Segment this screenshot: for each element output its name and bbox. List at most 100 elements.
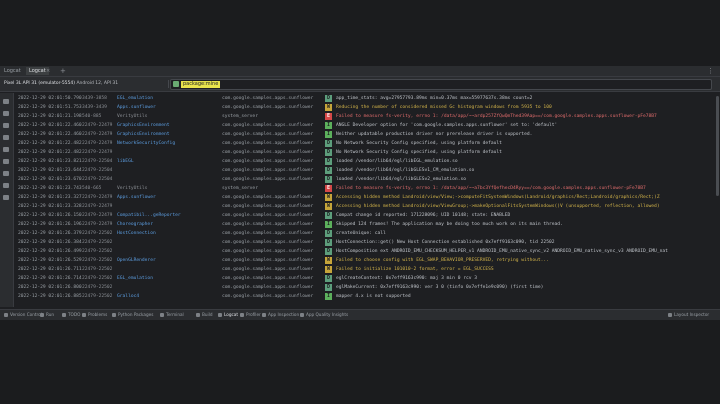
log-message: HostConnection::get() New Host Connectio… xyxy=(336,240,555,245)
bottom-tool-bar: Version Control Run TODO Problems Python Pac… xyxy=(0,309,720,320)
log-package: com.google.samples.apps.sunflower xyxy=(222,132,314,137)
log-level-badge: D xyxy=(325,158,332,165)
log-row[interactable]: 2022-12-29 02:01:22.482 22479-22479 Networ… xyxy=(14,139,720,148)
logcat-window: Logcat Logcat × + ⋮ Pixel 3L API 31 (emu… xyxy=(0,66,720,320)
bottom-tab-label: App Quality Insights xyxy=(306,312,349,317)
log-pid: 22479-22502 xyxy=(82,240,113,245)
log-level-badge: E xyxy=(325,113,332,120)
log-row[interactable]: 2022-12-29 02:01:23.821 22479-22504 libEGL… xyxy=(14,157,720,166)
log-pid: 22479-22502 xyxy=(82,267,113,272)
log-tag: OpenGLRenderer xyxy=(117,258,156,263)
log-timestamp: 2022-12-29 02:01:26.800 xyxy=(18,285,82,290)
log-row[interactable]: 2022-12-29 02:01:26.379 22479-22502 HostCo… xyxy=(14,229,720,238)
log-row[interactable]: 2022-12-29 02:01:22.482 22479-22479 com.go… xyxy=(14,148,720,157)
bottom-tab-profiler[interactable]: Profiler xyxy=(240,310,261,320)
log-row[interactable]: 2022-12-29 02:01:23.328 22479-22479 com.go… xyxy=(14,202,720,211)
log-row[interactable]: 2022-12-29 02:01:26.800 22479-22502 com.go… xyxy=(14,283,720,292)
logcat-side-toolbar xyxy=(0,93,14,307)
bottom-tab-layout-inspector[interactable]: Layout Inspector xyxy=(668,310,709,320)
clear-log-icon[interactable] xyxy=(3,99,9,104)
problems-icon xyxy=(82,313,86,317)
format-icon[interactable] xyxy=(3,159,9,164)
add-tab-icon[interactable]: + xyxy=(60,67,66,75)
log-row[interactable]: 2022-12-29 02:01:23.327 22479-22479 Apps.s… xyxy=(14,193,720,202)
bottom-tab-problems[interactable]: Problems xyxy=(82,310,107,320)
bottom-tab-todo[interactable]: TODO xyxy=(62,310,80,320)
log-timestamp: 2022-12-29 02:01:26.196 xyxy=(18,222,82,227)
log-package: com.google.samples.apps.sunflower xyxy=(222,96,314,101)
log-level-badge: D xyxy=(325,167,332,174)
bottom-tab-run[interactable]: Run xyxy=(40,310,54,320)
bottom-tab-version-control[interactable]: Version Control xyxy=(4,310,42,320)
log-package: com.google.samples.apps.sunflower xyxy=(222,204,314,209)
log-row[interactable]: 2022-12-29 02:01:23.670 22479-22504 com.go… xyxy=(14,175,720,184)
log-message: ANGLE Developer option for 'com.google.s… xyxy=(336,123,558,128)
log-package: com.google.samples.apps.sunflower xyxy=(222,249,314,254)
log-row[interactable]: 2022-12-29 02:01:51.753 3439-3439 Apps.sun… xyxy=(14,103,720,112)
tool-window-title: Logcat xyxy=(4,68,21,74)
run-icon xyxy=(40,313,44,317)
log-level-badge: D xyxy=(325,248,332,255)
log-row[interactable]: 2022-12-29 02:01:26.196 22479-22479 Choreo… xyxy=(14,220,720,229)
log-row[interactable]: 2022-12-29 02:01:22.460 22479-22479 Graphi… xyxy=(14,130,720,139)
log-row[interactable]: 2022-12-29 02:01:26.499 22479-22502 com.go… xyxy=(14,247,720,256)
log-message: eglCreateContext: 0x7eff9163c990: maj 3 … xyxy=(336,276,478,281)
vertical-scrollbar[interactable] xyxy=(716,96,719,196)
log-row[interactable]: 2022-12-29 02:01:21.198 540-885 VerityUtil… xyxy=(14,112,720,121)
bottom-tab-app-quality-insights[interactable]: App Quality Insights xyxy=(300,310,348,320)
log-message: loaded /vendor/lib64/egl/libGLESv2_emula… xyxy=(336,177,466,182)
log-timestamp: 2022-12-29 02:01:23.327 xyxy=(18,195,82,200)
bottom-tab-python-packages[interactable]: Python Packages xyxy=(112,310,153,320)
layout-icon xyxy=(668,313,672,317)
bottom-tab-app-inspection[interactable]: App Inspection xyxy=(262,310,299,320)
log-package: com.google.samples.apps.sunflower xyxy=(222,105,314,110)
log-package: com.google.samples.apps.sunflower xyxy=(222,258,314,263)
log-row[interactable]: 2022-12-29 02:01:26.714 22479-22502 EGL_em… xyxy=(14,274,720,283)
log-row[interactable]: 2022-12-29 02:01:26.529 22479-22502 OpenGL… xyxy=(14,256,720,265)
bottom-tab-build[interactable]: Build xyxy=(196,310,213,320)
log-pid: 22479-22479 xyxy=(82,204,113,209)
close-icon[interactable]: × xyxy=(46,67,50,75)
log-row[interactable]: 2022-12-29 02:01:26.384 22479-22502 com.go… xyxy=(14,238,720,247)
log-pid: 22479-22479 xyxy=(82,222,113,227)
log-package: com.google.samples.apps.sunflower xyxy=(222,195,314,200)
log-list[interactable]: 2022-12-29 02:01:50.790 3439-3858 EGL_emul… xyxy=(14,94,720,306)
log-row[interactable]: 2022-12-29 02:01:26.711 22479-22502 com.go… xyxy=(14,265,720,274)
log-message: eglMakeCurrent: 0x7eff9163c990: ver 3 0 … xyxy=(336,285,544,290)
log-row[interactable]: 2022-12-29 02:01:23.743 540-665 VerityUtil… xyxy=(14,184,720,193)
log-row[interactable]: 2022-12-29 02:01:26.885 22479-22502 Grallo… xyxy=(14,292,720,301)
log-tag: NetworkSecurityConfig xyxy=(117,141,176,146)
bottom-tab-logcat[interactable]: Logcat xyxy=(218,310,238,320)
scroll-to-end-icon[interactable] xyxy=(3,111,9,116)
log-timestamp: 2022-12-29 02:01:26.885 xyxy=(18,294,82,299)
log-package: com.google.samples.apps.sunflower xyxy=(222,294,314,299)
log-row[interactable]: 2022-12-29 02:01:50.790 3439-3858 EGL_emul… xyxy=(14,94,720,103)
log-pid: 540-885 xyxy=(82,114,102,119)
log-message: loaded /vendor/lib64/egl/libGLESv1_CM_em… xyxy=(336,168,475,173)
bottom-tab-terminal[interactable]: Terminal xyxy=(160,310,184,320)
soft-wrap-icon[interactable] xyxy=(3,147,9,152)
log-level-badge: D xyxy=(325,275,332,282)
split-panels-icon[interactable] xyxy=(3,171,9,176)
log-timestamp: 2022-12-29 02:01:22.460 xyxy=(18,132,82,137)
screen-record-icon[interactable] xyxy=(3,195,9,200)
screenshot-icon[interactable] xyxy=(3,183,9,188)
log-level-badge: I xyxy=(325,131,332,138)
logcat-filter-input[interactable]: package:mine xyxy=(170,79,712,90)
log-package: com.google.samples.apps.sunflower xyxy=(222,177,314,182)
restart-icon[interactable] xyxy=(3,135,9,140)
log-timestamp: 2022-12-29 02:01:26.379 xyxy=(18,231,82,236)
bottom-tab-label: Problems xyxy=(88,312,108,317)
pause-icon[interactable] xyxy=(3,123,9,128)
log-timestamp: 2022-12-29 02:01:26.384 xyxy=(18,240,82,245)
log-pid: 22479-22502 xyxy=(82,276,113,281)
log-timestamp: 2022-12-29 02:01:23.328 xyxy=(18,204,82,209)
log-row[interactable]: 2022-12-29 02:01:26.150 22479-22479 Compat… xyxy=(14,211,720,220)
log-row[interactable]: 2022-12-29 02:01:23.644 22479-22504 com.go… xyxy=(14,166,720,175)
log-package: com.google.samples.apps.sunflower xyxy=(222,141,314,146)
log-pid: 22479-22504 xyxy=(82,168,113,173)
log-row[interactable]: 2022-12-29 02:01:22.460 22479-22479 Graphi… xyxy=(14,121,720,130)
more-options-icon[interactable]: ⋮ xyxy=(707,67,714,75)
device-selector[interactable]: Pixel 3L API 31 (emulator-5554) Android … xyxy=(4,80,169,88)
log-pid: 22479-22502 xyxy=(82,231,113,236)
